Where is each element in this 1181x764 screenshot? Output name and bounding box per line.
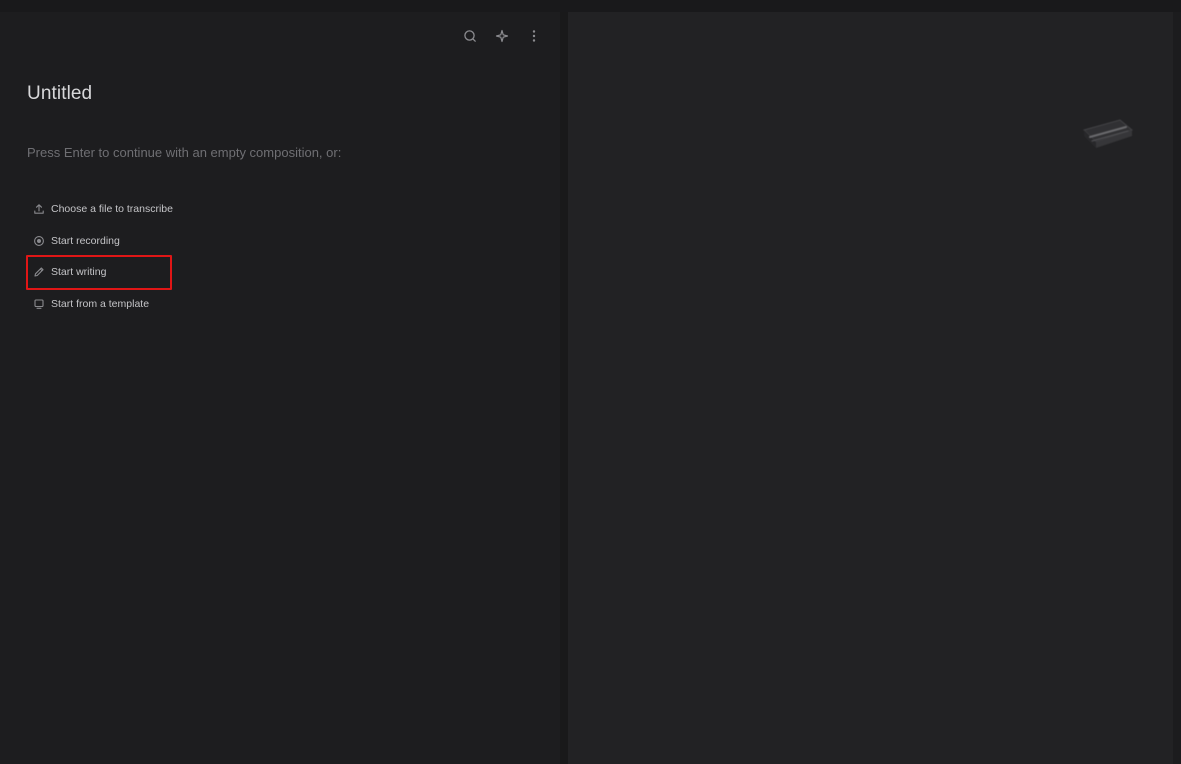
option-label: Choose a file to transcribe — [51, 202, 173, 215]
page-title[interactable]: Untitled — [27, 83, 92, 105]
laptop-illustration-icon — [1083, 119, 1134, 148]
start-writing-option[interactable]: Start writing — [26, 255, 327, 291]
sparkle-icon — [495, 29, 509, 43]
start-recording-option[interactable]: Start recording — [27, 225, 327, 257]
choose-file-option[interactable]: Choose a file to transcribe — [27, 193, 327, 225]
upload-icon — [27, 200, 51, 218]
top-strip — [0, 0, 1181, 12]
empty-composition-hint: Press Enter to continue with an empty co… — [27, 145, 342, 160]
template-icon — [27, 295, 51, 313]
record-icon — [27, 232, 51, 250]
pencil-icon — [27, 263, 51, 281]
search-button[interactable] — [454, 24, 486, 48]
composition-pane: Untitled Press Enter to continue with an… — [0, 12, 560, 764]
option-label: Start recording — [51, 234, 120, 247]
right-edge-strip — [1173, 12, 1181, 764]
start-options-list: Choose a file to transcribe Start record… — [26, 193, 327, 320]
start-from-template-option[interactable]: Start from a template — [27, 288, 327, 320]
option-label: Start from a template — [51, 297, 150, 310]
more-vertical-icon — [532, 30, 536, 42]
pane-divider[interactable] — [560, 12, 568, 764]
search-icon — [464, 30, 476, 42]
option-label: Start writing — [51, 266, 107, 279]
ai-assist-button[interactable] — [486, 24, 518, 48]
app-window: Untitled Press Enter to continue with an… — [0, 0, 1181, 764]
pane-toolbar — [454, 24, 550, 48]
more-options-button[interactable] — [518, 24, 550, 48]
